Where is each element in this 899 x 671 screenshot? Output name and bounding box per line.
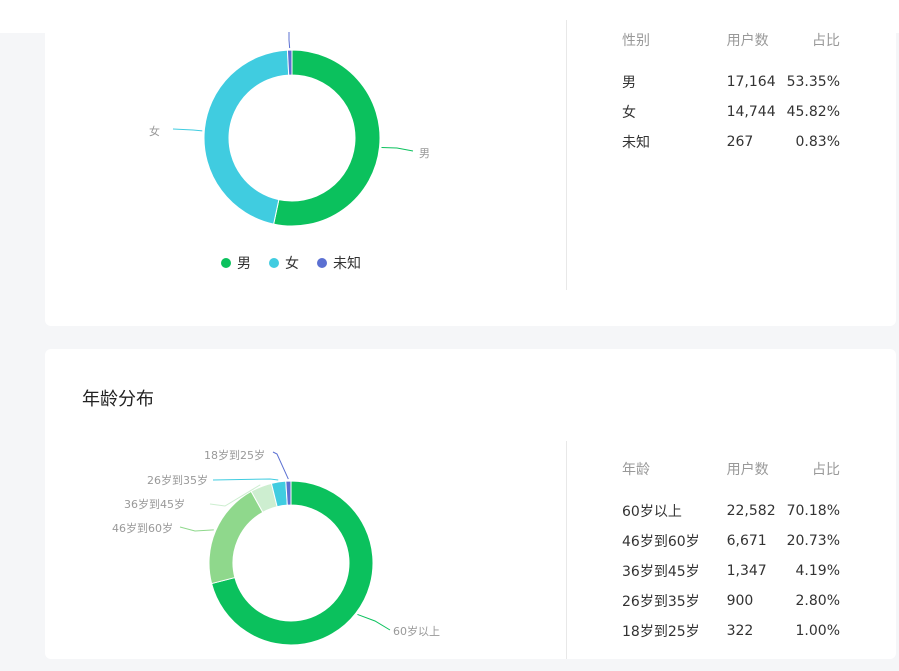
age-donut-chart: 60岁以上 46岁到60岁 36岁到45岁 26岁到35岁 18岁到25岁 [112,448,440,646]
slice-label: 36岁到45岁 [124,497,185,511]
row-percent: 45.82% [786,104,840,120]
row-count: 14,744 [726,104,776,120]
legend-dot-icon [269,258,279,268]
legend-dot-icon [317,258,327,268]
column-header: 用户数 [726,33,769,49]
row-count: 17,164 [726,74,776,90]
row-label: 46岁到60岁 [622,534,700,550]
label-leader-line [381,146,414,152]
gender-stats-table: 性别 用户数 占比 男 17,164 53.35% 女 14,744 45.82… [622,25,840,157]
row-count: 1,347 [726,563,767,579]
row-percent: 2.80% [795,593,840,609]
column-header: 年龄 [622,462,650,478]
row-percent: 4.19% [795,563,840,579]
donut-slice-1[interactable] [203,49,290,225]
label-leader-line [212,478,279,481]
row-label: 未知 [622,135,650,151]
slice-label: 46岁到60岁 [112,521,173,535]
legend-label: 男 [237,256,251,272]
row-label: 26岁到35岁 [622,594,700,610]
age-stats-table: 年龄 用户数 占比 60岁以上 22,582 70.18% 46岁到60岁 6,… [622,454,840,646]
row-percent: 53.35% [786,74,840,90]
legend-item-male[interactable]: 男 [221,253,251,273]
row-count: 900 [726,593,754,609]
donut-slice-0[interactable] [273,49,381,227]
gender-legend: 男 女 未知 [221,253,379,273]
table-header-row: 年龄 用户数 占比 [622,454,840,484]
label-leader-line [288,32,291,49]
row-label: 男 [622,75,636,91]
slice-label: 18岁到25岁 [204,448,265,462]
table-row: 60岁以上 22,582 70.18% [622,496,840,526]
row-count: 22,582 [726,503,776,519]
chart-table-divider [566,441,567,659]
row-percent: 70.18% [786,503,840,519]
row-percent: 0.83% [795,134,840,150]
table-row: 18岁到25岁 322 1.00% [622,616,840,646]
label-leader-line [179,526,214,532]
gender-distribution-card: 男女未知 男 女 未知 性别 用户数 占比 男 17,164 53.35% 女 [45,20,896,326]
legend-item-unknown[interactable]: 未知 [317,253,361,273]
row-label: 36岁到45岁 [622,564,700,580]
legend-item-female[interactable]: 女 [269,253,299,273]
label-leader-line [172,128,203,132]
table-header-row: 性别 用户数 占比 [622,25,840,55]
table-row: 未知 267 0.83% [622,127,840,157]
slice-label: 女 [149,124,160,138]
column-header: 占比 [812,33,840,49]
table-row: 46岁到60岁 6,671 20.73% [622,526,840,556]
slice-label: 26岁到35岁 [147,473,208,487]
table-row: 26岁到35岁 900 2.80% [622,586,840,616]
table-row: 36岁到45岁 1,347 4.19% [622,556,840,586]
slice-label: 男 [419,147,430,160]
label-leader-line [357,613,391,631]
row-percent: 20.73% [786,533,840,549]
row-count: 6,671 [726,533,767,549]
column-header: 用户数 [726,462,769,478]
row-count: 322 [726,623,754,639]
row-label: 女 [622,105,636,121]
table-row: 男 17,164 53.35% [622,67,840,97]
row-label: 18岁到25岁 [622,624,700,640]
row-label: 60岁以上 [622,504,682,520]
slice-label: 60岁以上 [393,624,440,638]
row-percent: 1.00% [795,623,840,639]
column-header: 占比 [812,462,840,478]
row-count: 267 [726,134,754,150]
age-distribution-card: 年龄分布 60岁以上 46岁到60岁 36岁到45岁 26岁到35岁 18岁到25岁 年… [45,349,896,659]
column-header: 性别 [622,33,650,49]
donut-slice-2[interactable] [286,49,293,76]
legend-label: 女 [285,256,299,272]
chart-table-divider [566,20,567,290]
legend-dot-icon [221,258,231,268]
label-leader-line [272,451,289,480]
table-row: 女 14,744 45.82% [622,97,840,127]
legend-label: 未知 [333,256,361,272]
gender-donut-chart: 男女未知 [149,32,430,227]
